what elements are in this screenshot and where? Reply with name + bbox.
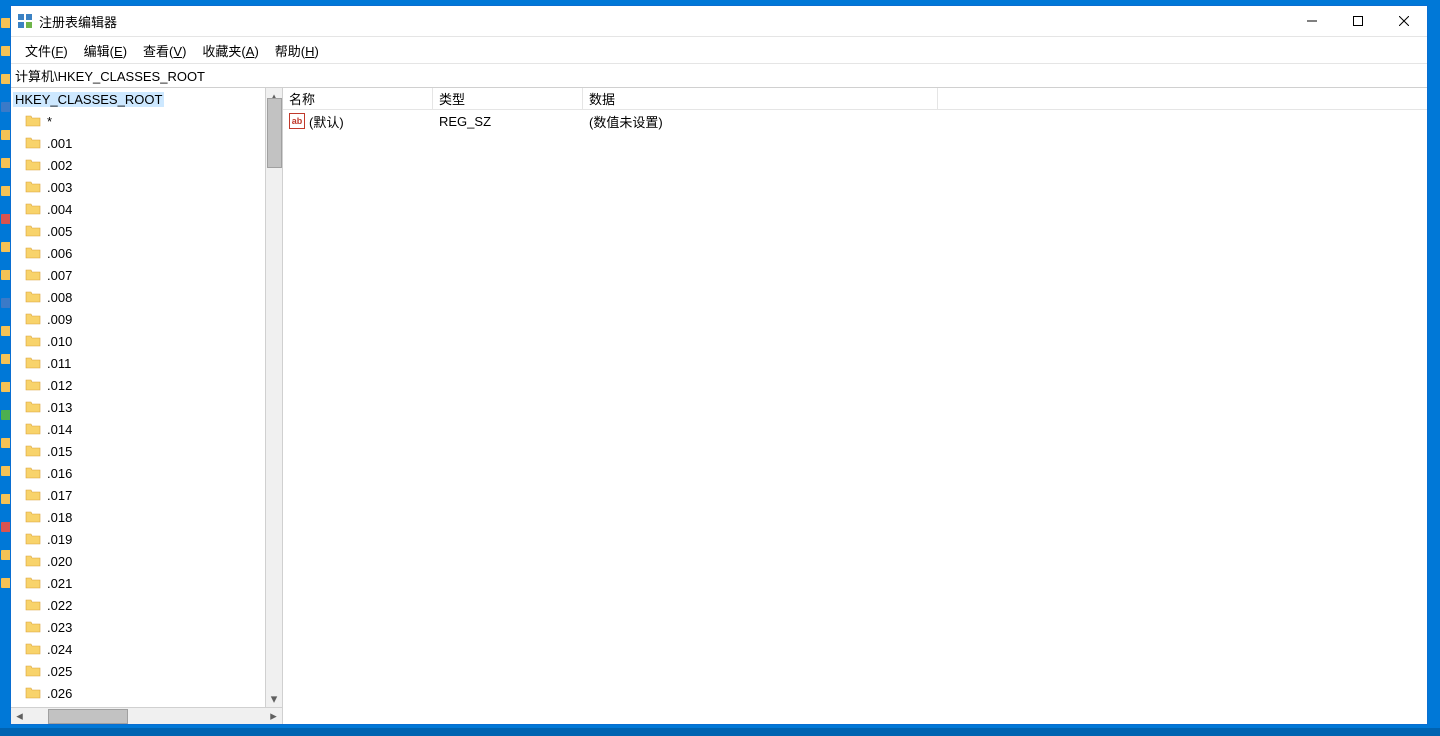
tree-item[interactable]: .002 [11,154,282,176]
tree-item[interactable]: .025 [11,660,282,682]
tree-item[interactable]: .022 [11,594,282,616]
menu-favorites[interactable]: 收藏夹(A) [194,38,266,63]
folder-icon [25,356,41,370]
tree-item[interactable]: .003 [11,176,282,198]
tree-item[interactable]: .005 [11,220,282,242]
folder-icon [25,400,41,414]
tree-item[interactable]: .001 [11,132,282,154]
folder-icon [25,290,41,304]
tree-item[interactable]: .014 [11,418,282,440]
folder-icon [25,114,41,128]
folder-icon [25,620,41,634]
tree-item[interactable]: .023 [11,616,282,638]
menu-file[interactable]: 文件(F) [17,38,76,63]
taskbar[interactable] [0,728,1440,736]
folder-icon [25,422,41,436]
tree-item[interactable]: .011 [11,352,282,374]
address-bar [11,64,1427,88]
tree-root[interactable]: HKEY_CLASSES_ROOT [11,88,282,110]
menu-view[interactable]: 查看(V) [135,38,194,63]
folder-icon [25,334,41,348]
folder-icon [25,576,41,590]
folder-icon [25,664,41,678]
address-input[interactable] [11,66,1427,85]
tree-item[interactable]: .013 [11,396,282,418]
folder-icon [25,642,41,656]
reg-string-icon: ab [289,113,305,129]
list-row[interactable]: ab(默认)REG_SZ(数值未设置) [283,110,1427,132]
folder-icon [25,554,41,568]
regedit-window: 注册表编辑器 文件(F) 编辑(E) 查看(V) 收藏夹(A) 帮助(H) HK… [10,5,1428,725]
folder-icon [25,246,41,260]
menu-help[interactable]: 帮助(H) [267,38,327,63]
tree-item[interactable]: .019 [11,528,282,550]
tree-item[interactable]: .017 [11,484,282,506]
scroll-down-icon[interactable]: ▾ [266,690,283,707]
tree-item[interactable]: .008 [11,286,282,308]
maximize-button[interactable] [1335,6,1381,37]
folder-icon [25,444,41,458]
folder-icon [25,180,41,194]
tree-item[interactable]: .010 [11,330,282,352]
tree-item[interactable]: .018 [11,506,282,528]
tree-item[interactable]: .006 [11,242,282,264]
value-list: 名称 类型 数据 ab(默认)REG_SZ(数值未设置) [283,88,1427,724]
folder-icon [25,312,41,326]
folder-icon [25,510,41,524]
folder-icon [25,268,41,282]
column-type[interactable]: 类型 [433,88,583,109]
folder-icon [25,378,41,392]
tree-item[interactable]: .024 [11,638,282,660]
folder-icon [25,158,41,172]
close-button[interactable] [1381,6,1427,37]
tree-horizontal-scrollbar[interactable]: ◂ ▸ [11,707,282,724]
folder-icon [25,202,41,216]
tree-item[interactable]: .016 [11,462,282,484]
tree-item[interactable]: .020 [11,550,282,572]
window-title: 注册表编辑器 [39,12,117,31]
title-bar[interactable]: 注册表编辑器 [11,6,1427,37]
folder-icon [25,598,41,612]
tree-item[interactable]: .015 [11,440,282,462]
scroll-thumb[interactable] [267,98,282,168]
tree-item[interactable]: .026 [11,682,282,704]
regedit-icon [17,13,33,29]
tree-item[interactable]: .009 [11,308,282,330]
column-name[interactable]: 名称 [283,88,433,109]
folder-icon [25,466,41,480]
tree-item[interactable]: .021 [11,572,282,594]
tree-item[interactable]: .007 [11,264,282,286]
folder-icon [25,136,41,150]
menu-bar: 文件(F) 编辑(E) 查看(V) 收藏夹(A) 帮助(H) [11,37,1427,64]
folder-icon [25,686,41,700]
scroll-thumb-h[interactable] [48,709,128,724]
tree-vertical-scrollbar[interactable]: ▴ ▾ [265,88,282,707]
column-data[interactable]: 数据 [583,88,938,109]
tree-item[interactable]: * [11,110,282,132]
minimize-button[interactable] [1289,6,1335,37]
scroll-right-icon[interactable]: ▸ [265,708,282,725]
registry-tree[interactable]: HKEY_CLASSES_ROOT*.001.002.003.004.005.0… [11,88,282,707]
list-header: 名称 类型 数据 [283,88,1427,110]
folder-icon [25,532,41,546]
folder-icon [25,488,41,502]
folder-icon [25,224,41,238]
tree-item[interactable]: .012 [11,374,282,396]
tree-item[interactable]: .004 [11,198,282,220]
scroll-left-icon[interactable]: ◂ [11,708,28,725]
menu-edit[interactable]: 编辑(E) [76,38,135,63]
